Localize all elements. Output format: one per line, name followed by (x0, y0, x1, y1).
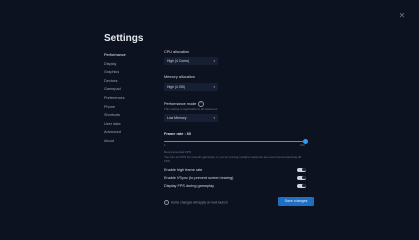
toggle-knob (302, 176, 306, 180)
chevron-down-icon: ▾ (213, 116, 215, 120)
restart-note: i Some changes will apply on next launch (164, 200, 228, 206)
sidebar-item-user-data[interactable]: User data (104, 120, 154, 129)
frame-rate-max-label: 240 (300, 143, 305, 147)
sidebar-item-display[interactable]: Display (104, 60, 154, 69)
performance-mode-value: Low Memory (167, 116, 187, 120)
display-fps-label: Display FPS during gameplay (164, 184, 215, 188)
vsync-label: Enable VSync (to prevent screen tearing) (164, 176, 234, 180)
frame-rate-label: Frame rate : 60 (164, 132, 192, 136)
chevron-down-icon: ▾ (213, 85, 215, 89)
page-title: Settings (104, 33, 144, 44)
frame-rate-min-label: 1 (164, 143, 166, 147)
sidebar-item-gamepad[interactable]: Gamepad (104, 85, 154, 94)
sidebar-item-advanced[interactable]: Advanced (104, 128, 154, 137)
sidebar-item-phone[interactable]: Phone (104, 103, 154, 112)
performance-mode-subtext: This setting is applicable to all instan… (164, 107, 218, 111)
sidebar-nav: Performance Display Graphics Devices Gam… (104, 51, 154, 146)
vsync-toggle[interactable] (297, 175, 306, 180)
sidebar-item-performance[interactable]: Performance (104, 51, 154, 60)
info-icon: i (164, 200, 170, 206)
memory-allocation-select[interactable]: High (4 GB) ▾ (164, 83, 218, 91)
high-frame-rate-toggle[interactable] (297, 167, 306, 172)
restart-note-text: Some changes will apply on next launch (170, 200, 228, 205)
chevron-down-icon: ▾ (213, 59, 215, 63)
display-fps-toggle[interactable] (297, 183, 306, 188)
cpu-allocation-select[interactable]: High (4 Cores) ▾ (164, 57, 218, 65)
high-frame-rate-label: Enable high frame rate (164, 168, 203, 172)
save-changes-button[interactable]: Save changes (278, 197, 314, 206)
recommended-fps-text: Recommended FPS (164, 150, 192, 154)
close-icon[interactable]: ✕ (398, 12, 406, 20)
memory-allocation-label: Memory allocation (164, 75, 195, 79)
cpu-allocation-value: High (4 Cores) (167, 59, 190, 63)
sidebar-item-preferences[interactable]: Preferences (104, 94, 154, 103)
performance-mode-label-text: Performance mode (164, 102, 197, 106)
performance-mode-select[interactable]: Low Memory ▾ (164, 114, 218, 122)
sidebar-item-graphics[interactable]: Graphics (104, 68, 154, 77)
frame-rate-help-text: You can set FPS for smooth gameplay or y… (164, 155, 302, 163)
memory-allocation-value: High (4 GB) (167, 85, 185, 89)
cpu-allocation-label: CPU allocation (164, 50, 190, 54)
frame-rate-slider-track[interactable] (164, 140, 305, 142)
toggle-knob (302, 184, 306, 188)
sidebar-item-about[interactable]: About (104, 137, 154, 146)
sidebar-item-devices[interactable]: Devices (104, 77, 154, 86)
toggle-knob (302, 168, 306, 172)
sidebar-item-shortcuts[interactable]: Shortcuts (104, 111, 154, 120)
